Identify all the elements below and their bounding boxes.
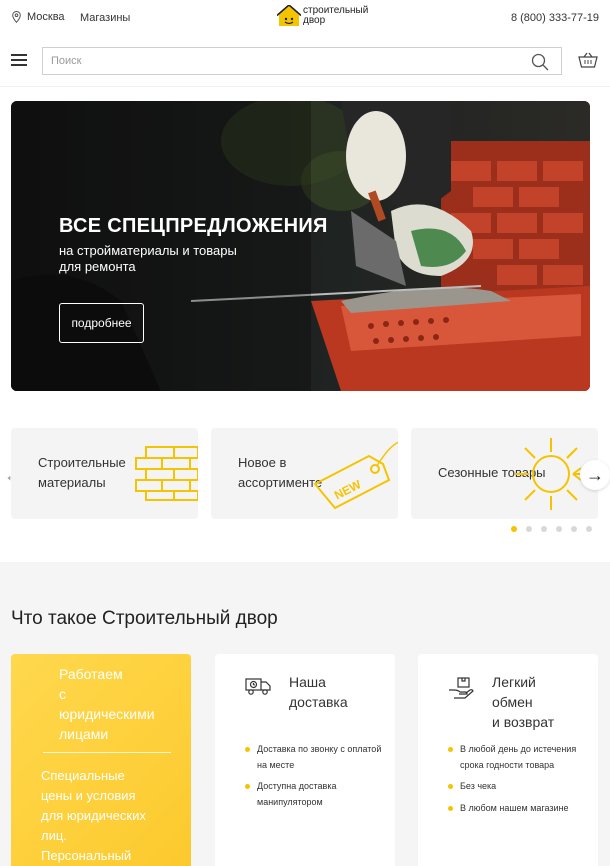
category-label: Новое в ассортименте [238, 455, 323, 490]
category-card-building-materials[interactable]: Строительные материалы [11, 428, 198, 519]
stores-link[interactable]: Магазины [80, 12, 130, 24]
menu-icon[interactable] [11, 54, 27, 66]
card-divider [43, 752, 171, 753]
list-item: Доставка по звонку с оплатой на месте [245, 742, 385, 773]
top-bar: Москва Магазины строительный двор 8 (800… [0, 0, 610, 38]
hero-more-button[interactable]: подробнее [59, 303, 144, 343]
category-label: Строительные материалы [38, 455, 126, 490]
card-bullet-list: Доставка по звонку с оплатой на месте До… [245, 742, 385, 816]
location-pin-icon [12, 11, 21, 23]
search-input[interactable] [43, 48, 523, 74]
search-row [0, 44, 610, 76]
about-section: Что такое Строительный двор Работаем с ю… [0, 562, 610, 866]
section-title: Что такое Строительный двор [11, 608, 278, 629]
category-carousel: ← Строительные материалы Новое в ассорти… [0, 410, 610, 560]
carousel-dot[interactable] [526, 526, 532, 532]
list-item: В любом нашем магазине [448, 801, 588, 817]
carousel-dot[interactable] [541, 526, 547, 532]
new-tag-icon: NEW [313, 441, 398, 510]
list-item: Без чека [448, 779, 588, 795]
carousel-dot-active[interactable] [511, 526, 517, 532]
carousel-dot[interactable] [586, 526, 592, 532]
search-box [42, 47, 562, 75]
list-item: В любой день до истечения срока годности… [448, 742, 588, 773]
cart-icon[interactable] [578, 52, 598, 68]
card-title: Наша доставка [289, 674, 348, 710]
city-selector[interactable]: Москва [12, 11, 65, 23]
card-bullet-list: В любой день до истечения срока годности… [448, 742, 588, 822]
sun-snowflake-icon [515, 438, 587, 510]
svg-text:NEW: NEW [332, 477, 364, 502]
category-card-new-arrivals[interactable]: Новое в ассортименте NEW [211, 428, 398, 519]
category-card-seasonal[interactable]: Сезонные товары [411, 428, 598, 519]
hero-banner[interactable]: ВСЕ СПЕЦПРЕДЛОЖЕНИЯ на стройматериалы и … [11, 101, 590, 391]
delivery-truck-icon [245, 678, 271, 695]
bricks-icon [135, 446, 198, 501]
carousel-next-arrow[interactable]: → [580, 460, 610, 490]
delivery-card[interactable]: Наша доставка Доставка по звонку с оплат… [215, 654, 395, 866]
card-title: Легкий обмен и возврат [492, 674, 555, 730]
hero-subtitle: на стройматериалы и товары для ремонта [59, 243, 237, 274]
hero-title: ВСЕ СПЕЦПРЕДЛОЖЕНИЯ [59, 215, 328, 237]
logo-text: строительный двор [303, 5, 369, 26]
exchange-return-card[interactable]: Легкий обмен и возврат В любой день до и… [418, 654, 598, 866]
logo[interactable]: строительный двор [277, 5, 368, 27]
carousel-dot[interactable] [556, 526, 562, 532]
city-label: Москва [27, 11, 65, 23]
search-icon[interactable] [531, 53, 549, 71]
phone-link[interactable]: 8 (800) 333-77-19 [511, 12, 599, 24]
header-divider [0, 86, 610, 87]
card-title: Работаем с юридическими лицами [59, 666, 155, 742]
legal-entities-card[interactable]: Работаем с юридическими лицами Специальн… [11, 654, 191, 866]
logo-house-icon [277, 5, 301, 26]
list-item: Доступна доставка манипулятором [245, 779, 385, 810]
return-box-icon [449, 677, 474, 699]
card-text: Специальные цены и условия для юридическ… [41, 768, 146, 863]
carousel-dot[interactable] [571, 526, 577, 532]
carousel-dots [511, 526, 601, 532]
